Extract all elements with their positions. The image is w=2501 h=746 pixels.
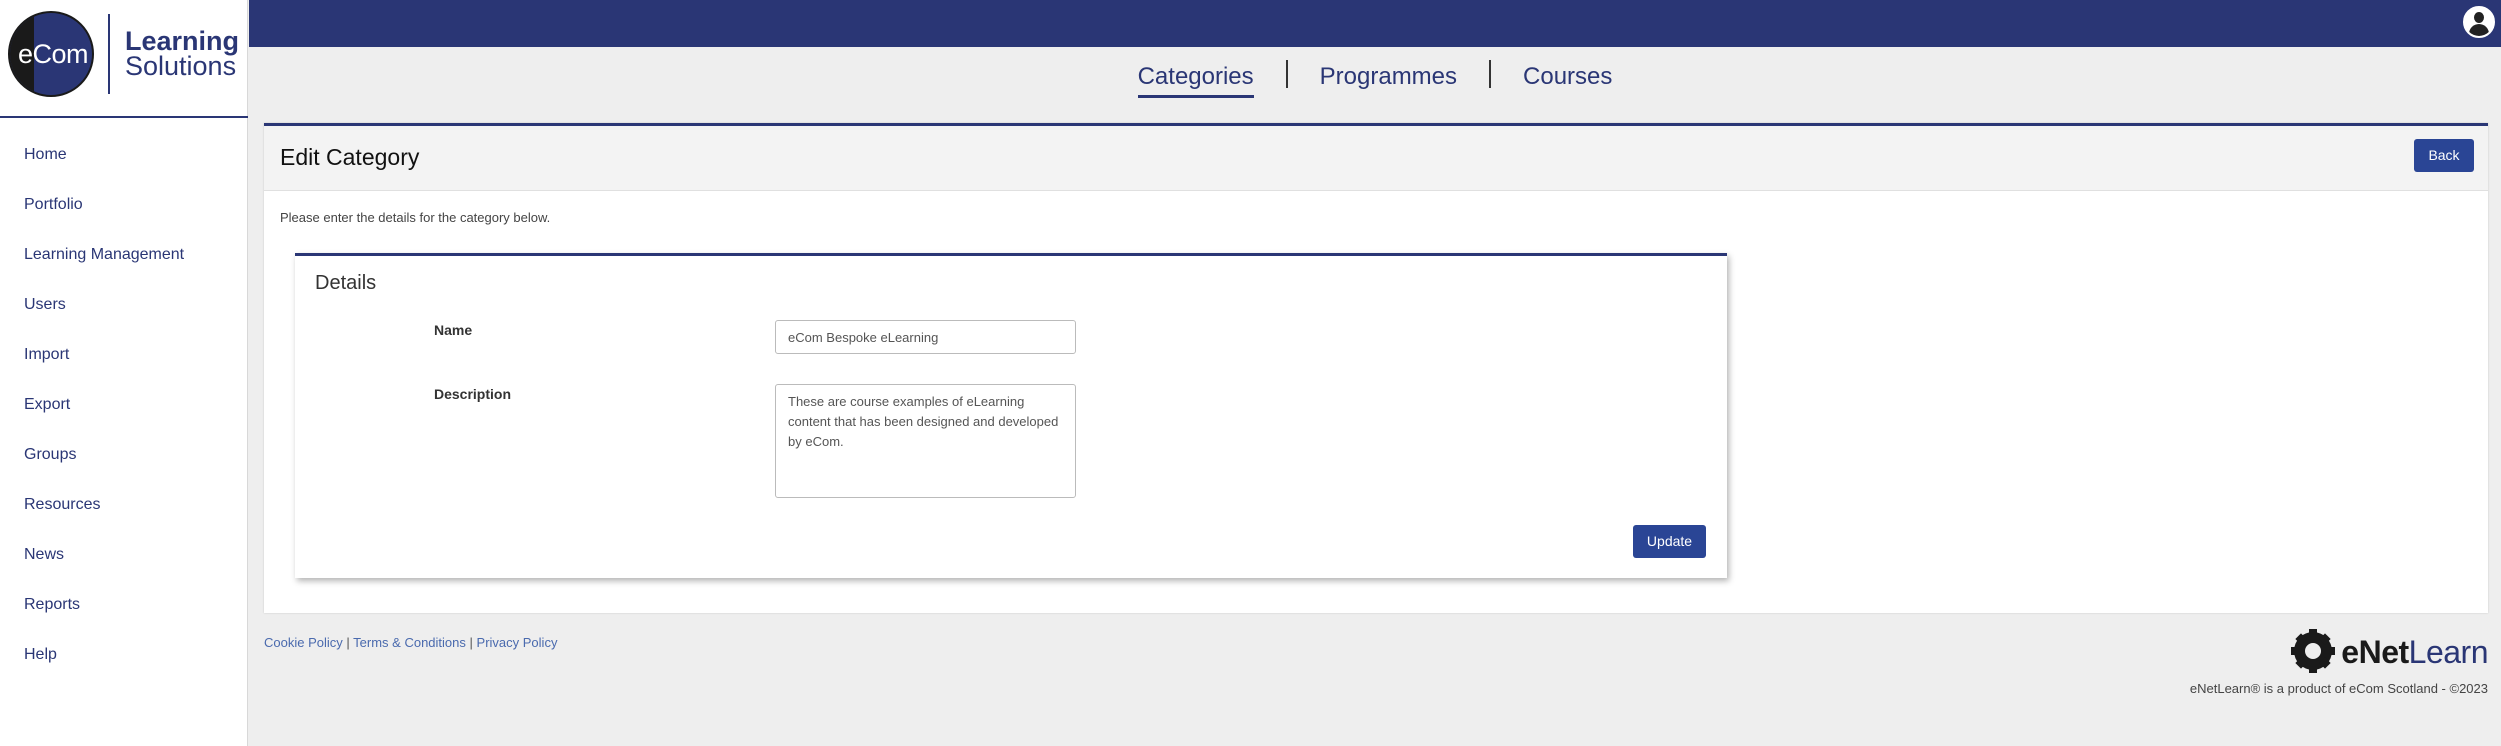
sidebar-item-home[interactable]: Home <box>0 130 248 180</box>
footer-separator: | <box>469 635 473 650</box>
brand-e: e <box>2341 634 2359 670</box>
tab-courses[interactable]: Courses <box>1523 63 1612 95</box>
footer-separator: | <box>346 635 350 650</box>
panel-header: Edit Category Back <box>264 126 2488 191</box>
sidebar-item-export[interactable]: Export <box>0 380 248 430</box>
tab-separator <box>1285 60 1288 88</box>
enetlearn-logo: eNetLearn <box>2288 629 2489 674</box>
back-button[interactable]: Back <box>2414 139 2474 172</box>
tab-separator <box>1489 60 1492 88</box>
tab-categories[interactable]: Categories <box>1137 63 1254 98</box>
tab-programmes[interactable]: Programmes <box>1320 63 1457 95</box>
sidebar-item-help[interactable]: Help <box>0 630 248 680</box>
enetlearn-wordmark: eNetLearn <box>2341 634 2488 671</box>
sidebar-item-import[interactable]: Import <box>0 330 248 380</box>
sidebar-item-news[interactable]: News <box>0 530 248 580</box>
page-title: Edit Category <box>280 144 420 170</box>
user-avatar-icon[interactable] <box>2463 6 2495 38</box>
logo-divider <box>108 14 110 94</box>
sidebar-item-groups[interactable]: Groups <box>0 430 248 480</box>
name-label: Name <box>434 322 473 338</box>
sidebar-item-learning-management[interactable]: Learning Management <box>0 230 248 280</box>
name-input[interactable] <box>775 320 1076 354</box>
details-title: Details <box>315 272 377 294</box>
sidebar: eCom Learning Solutions Home Portfolio L… <box>0 0 248 746</box>
sidebar-item-users[interactable]: Users <box>0 280 248 330</box>
section-tabs: Categories Programmes Courses <box>249 60 2501 102</box>
terms-link[interactable]: Terms & Conditions <box>353 635 466 650</box>
logo-line-2: Solutions <box>125 51 237 81</box>
cookie-policy-link[interactable]: Cookie Policy <box>264 635 343 650</box>
brand-net: Net <box>2358 634 2410 670</box>
sidebar-item-reports[interactable]: Reports <box>0 580 248 630</box>
intro-text: Please enter the details for the categor… <box>280 210 551 225</box>
gear-icon <box>2291 629 2335 673</box>
top-bar <box>249 0 2501 47</box>
logo-circle-text: eCom <box>17 39 89 69</box>
sidebar-nav: Home Portfolio Learning Management Users… <box>0 130 248 680</box>
footer-links: Cookie Policy | Terms & Conditions | Pri… <box>264 635 557 650</box>
description-label: Description <box>434 386 512 402</box>
ecom-logo-circle: eCom <box>8 11 94 97</box>
privacy-policy-link[interactable]: Privacy Policy <box>477 635 558 650</box>
update-button[interactable]: Update <box>1633 525 1706 558</box>
description-textarea[interactable]: These are course examples of eLearning c… <box>775 384 1076 498</box>
copyright-text: eNetLearn® is a product of eCom Scotland… <box>2189 681 2488 696</box>
ecom-learning-solutions-logo[interactable]: eCom Learning Solutions <box>0 0 248 118</box>
brand-learn: Learn <box>2408 634 2489 670</box>
sidebar-item-resources[interactable]: Resources <box>0 480 248 530</box>
sidebar-item-portfolio[interactable]: Portfolio <box>0 180 248 230</box>
details-card: Details Name Description These are cours… <box>295 253 1727 578</box>
